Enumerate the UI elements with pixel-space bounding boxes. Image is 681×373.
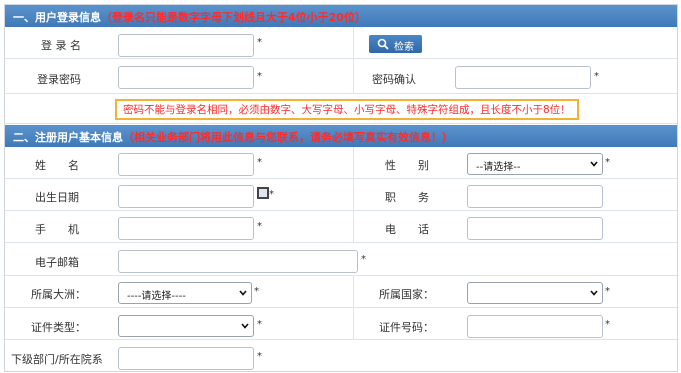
password-input[interactable] — [118, 66, 254, 89]
required-mark: * — [257, 351, 262, 362]
chevron-down-icon — [239, 290, 247, 296]
section-basic-title: 二、注册用户基本信息 — [13, 131, 123, 144]
section-login-note: （登录名只能是数字字母下划线且大于4位小于20位） — [101, 11, 366, 24]
idno-input[interactable] — [467, 315, 603, 338]
confirm-password-input[interactable] — [455, 66, 591, 89]
gender-label: 性 别 — [385, 159, 429, 172]
idno-label: 证件号码： — [379, 321, 434, 334]
divider — [353, 276, 354, 307]
section-login-header: 一、用户登录信息（登录名只能是数字字母下划线且大于4位小于20位） — [5, 5, 677, 27]
required-mark: * — [257, 221, 262, 232]
required-mark: * — [269, 189, 274, 200]
required-mark: * — [257, 37, 262, 48]
gender-select-value: --请选择-- — [476, 162, 521, 173]
section-basic-note: （相关业务部门将用此信息与您联系，请务必填写真实有效信息！） — [123, 131, 453, 144]
confirm-password-label: 密码确认 — [372, 73, 416, 86]
birth-label: 出生日期 — [35, 191, 79, 204]
continent-select[interactable]: ----请选择---- — [118, 282, 252, 304]
row-department: 下级部门/所在院系 * — [5, 340, 677, 371]
divider — [353, 147, 354, 178]
divider — [353, 308, 354, 339]
job-label: 职 务 — [385, 191, 429, 204]
search-icon — [377, 38, 389, 50]
department-label: 下级部门/所在院系 — [11, 353, 103, 366]
section-login-title: 一、用户登录信息 — [13, 11, 101, 24]
search-button-label: 检索 — [394, 42, 414, 53]
required-mark: * — [361, 254, 366, 265]
name-input[interactable] — [118, 153, 254, 176]
row-birth-job: 出生日期 * 职 务 — [5, 179, 677, 211]
required-mark: * — [605, 319, 610, 330]
required-mark: * — [257, 157, 262, 168]
registration-form: 一、用户登录信息（登录名只能是数字字母下划线且大于4位小于20位） 登 录 名 … — [4, 4, 678, 372]
divider — [353, 59, 354, 93]
calendar-picker-icon[interactable] — [257, 187, 269, 199]
required-mark: * — [605, 157, 610, 168]
row-email: 电子邮箱 * — [5, 243, 677, 276]
continent-label: 所属大洲： — [31, 288, 86, 301]
row-login-name: 登 录 名 * 检索 — [5, 27, 677, 59]
section-basic-header: 二、注册用户基本信息（相关业务部门将用此信息与您联系，请务必填写真实有效信息！） — [5, 125, 677, 147]
required-mark: * — [605, 286, 610, 297]
job-input[interactable] — [467, 185, 603, 208]
phone-label: 电 话 — [385, 223, 429, 236]
login-name-label: 登 录 名 — [41, 39, 81, 52]
department-input[interactable] — [118, 347, 254, 370]
continent-select-value: ----请选择---- — [127, 291, 186, 302]
row-name-gender: 姓 名 * 性 别 --请选择-- * — [5, 147, 677, 179]
email-label: 电子邮箱 — [35, 256, 79, 269]
idtype-select[interactable] — [118, 315, 254, 337]
password-label: 登录密码 — [37, 73, 81, 86]
search-button[interactable]: 检索 — [369, 35, 422, 53]
required-mark: * — [594, 71, 599, 82]
divider — [353, 27, 354, 58]
chevron-down-icon — [590, 161, 598, 167]
row-continent-country: 所属大洲： ----请选择---- * 所属国家： * — [5, 276, 677, 308]
name-label: 姓 名 — [35, 159, 79, 172]
required-mark: * — [257, 319, 262, 330]
password-warning: 密码不能与登录名相同，必须由数字、大写字母、小写字母、特殊字符组成，且长度不小于… — [115, 99, 579, 120]
chevron-down-icon — [241, 323, 249, 329]
gender-select[interactable]: --请选择-- — [467, 153, 603, 175]
email-input[interactable] — [118, 250, 358, 273]
row-password-warning: 密码不能与登录名相同，必须由数字、大写字母、小写字母、特殊字符组成，且长度不小于… — [5, 94, 677, 124]
idtype-label: 证件类型： — [31, 321, 86, 334]
divider — [353, 211, 354, 242]
birth-date-input[interactable] — [118, 185, 254, 208]
divider — [353, 179, 354, 210]
required-mark: * — [254, 286, 259, 297]
country-label: 所属国家： — [379, 288, 434, 301]
mobile-label: 手 机 — [35, 223, 79, 236]
phone-input[interactable] — [467, 217, 603, 240]
row-mobile-phone: 手 机 * 电 话 — [5, 211, 677, 243]
country-select[interactable] — [467, 282, 603, 304]
chevron-down-icon — [590, 290, 598, 296]
mobile-input[interactable] — [118, 217, 254, 240]
required-mark: * — [257, 71, 262, 82]
login-name-input[interactable] — [118, 34, 254, 57]
row-password: 登录密码 * 密码确认 * — [5, 59, 677, 94]
row-idtype-idno: 证件类型： * 证件号码： * — [5, 308, 677, 340]
